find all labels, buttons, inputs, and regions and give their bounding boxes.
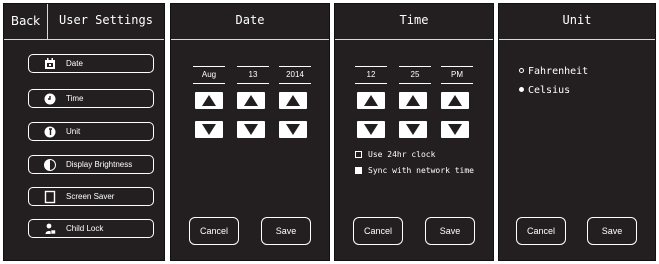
menu-brightness-label: Display Brightness — [66, 160, 133, 169]
year-field[interactable]: 2014 — [279, 66, 311, 84]
menu-childlock-button[interactable]: Child Lock — [28, 219, 154, 238]
menu-date-label: Date — [66, 59, 83, 68]
sync-network-label: Sync with network time — [368, 166, 474, 175]
date-title: Date — [235, 13, 265, 27]
year-down-button[interactable] — [279, 121, 307, 138]
menu-screensaver-label: Screen Saver — [66, 192, 115, 201]
month-up-button[interactable] — [195, 92, 223, 109]
unit-panel: Unit Fahrenheit Celsius Cancel Save — [498, 3, 656, 261]
use-24hr-checkbox[interactable]: Use 24hr clock — [355, 150, 435, 160]
settings-title: User Settings — [59, 13, 153, 27]
fahrenheit-label: Fahrenheit — [528, 66, 589, 77]
day-up-button[interactable] — [237, 92, 265, 109]
period-down-button[interactable] — [441, 121, 469, 138]
menu-childlock-label: Child Lock — [66, 224, 104, 233]
use-24hr-label: Use 24hr clock — [368, 150, 436, 159]
thermometer-icon — [44, 126, 56, 138]
menu-brightness-button[interactable]: Display Brightness — [28, 155, 154, 174]
settings-panel: Back User Settings Date Time Unit Displa… — [3, 3, 165, 261]
settings-header: Back User Settings — [4, 4, 164, 40]
triangle-down-icon — [202, 124, 216, 135]
period-up-button[interactable] — [441, 92, 469, 109]
unit-save-button[interactable]: Save — [587, 217, 637, 245]
minute-up-button[interactable] — [399, 92, 427, 109]
triangle-up-icon — [448, 95, 462, 106]
checkbox-checked-icon — [355, 167, 362, 174]
time-panel: Time 12 25 PM Use 24hr clock Sync with n… — [334, 3, 494, 261]
checkbox-unchecked-icon — [355, 151, 362, 158]
date-cancel-button[interactable]: Cancel — [189, 217, 239, 245]
time-title: Time — [399, 13, 429, 27]
menu-unit-button[interactable]: Unit — [28, 122, 154, 141]
triangle-up-icon — [202, 95, 216, 106]
menu-time-label: Time — [66, 94, 84, 103]
menu-time-button[interactable]: Time — [28, 89, 154, 108]
brightness-icon — [44, 159, 56, 171]
triangle-down-icon — [286, 124, 300, 135]
unit-title: Unit — [562, 13, 592, 27]
celsius-option[interactable]: Celsius — [519, 85, 570, 97]
calendar-icon — [45, 58, 55, 69]
time-save-button[interactable]: Save — [425, 217, 475, 245]
time-cancel-button[interactable]: Cancel — [353, 217, 403, 245]
triangle-up-icon — [364, 95, 378, 106]
unit-header: Unit — [499, 4, 655, 40]
triangle-down-icon — [364, 124, 378, 135]
back-button[interactable]: Back — [4, 4, 48, 39]
triangle-up-icon — [244, 95, 258, 106]
hour-field[interactable]: 12 — [355, 66, 387, 84]
triangle-up-icon — [406, 95, 420, 106]
radio-selected-icon — [519, 87, 524, 92]
menu-unit-label: Unit — [66, 127, 81, 136]
radio-unselected-icon — [519, 68, 524, 73]
date-header: Date — [171, 4, 329, 40]
monitor-icon — [44, 190, 56, 204]
minute-down-button[interactable] — [399, 121, 427, 138]
lock-icon — [45, 223, 56, 235]
celsius-label: Celsius — [528, 85, 571, 96]
hour-up-button[interactable] — [357, 92, 385, 109]
triangle-down-icon — [244, 124, 258, 135]
day-down-button[interactable] — [237, 121, 265, 138]
menu-screensaver-button[interactable]: Screen Saver — [28, 187, 154, 206]
date-panel: Date Aug 13 2014 Cancel Save — [170, 3, 330, 261]
period-field[interactable]: PM — [441, 66, 473, 84]
clock-icon — [44, 93, 56, 105]
time-header: Time — [335, 4, 493, 40]
triangle-down-icon — [406, 124, 420, 135]
month-down-button[interactable] — [195, 121, 223, 138]
unit-cancel-button[interactable]: Cancel — [516, 217, 566, 245]
triangle-up-icon — [286, 95, 300, 106]
hour-down-button[interactable] — [357, 121, 385, 138]
day-field[interactable]: 13 — [237, 66, 269, 84]
menu-date-button[interactable]: Date — [28, 54, 154, 73]
month-field[interactable]: Aug — [193, 66, 225, 84]
sync-network-checkbox[interactable]: Sync with network time — [355, 166, 474, 176]
triangle-down-icon — [448, 124, 462, 135]
date-save-button[interactable]: Save — [261, 217, 311, 245]
fahrenheit-option[interactable]: Fahrenheit — [519, 66, 588, 78]
minute-field[interactable]: 25 — [399, 66, 431, 84]
year-up-button[interactable] — [279, 92, 307, 109]
